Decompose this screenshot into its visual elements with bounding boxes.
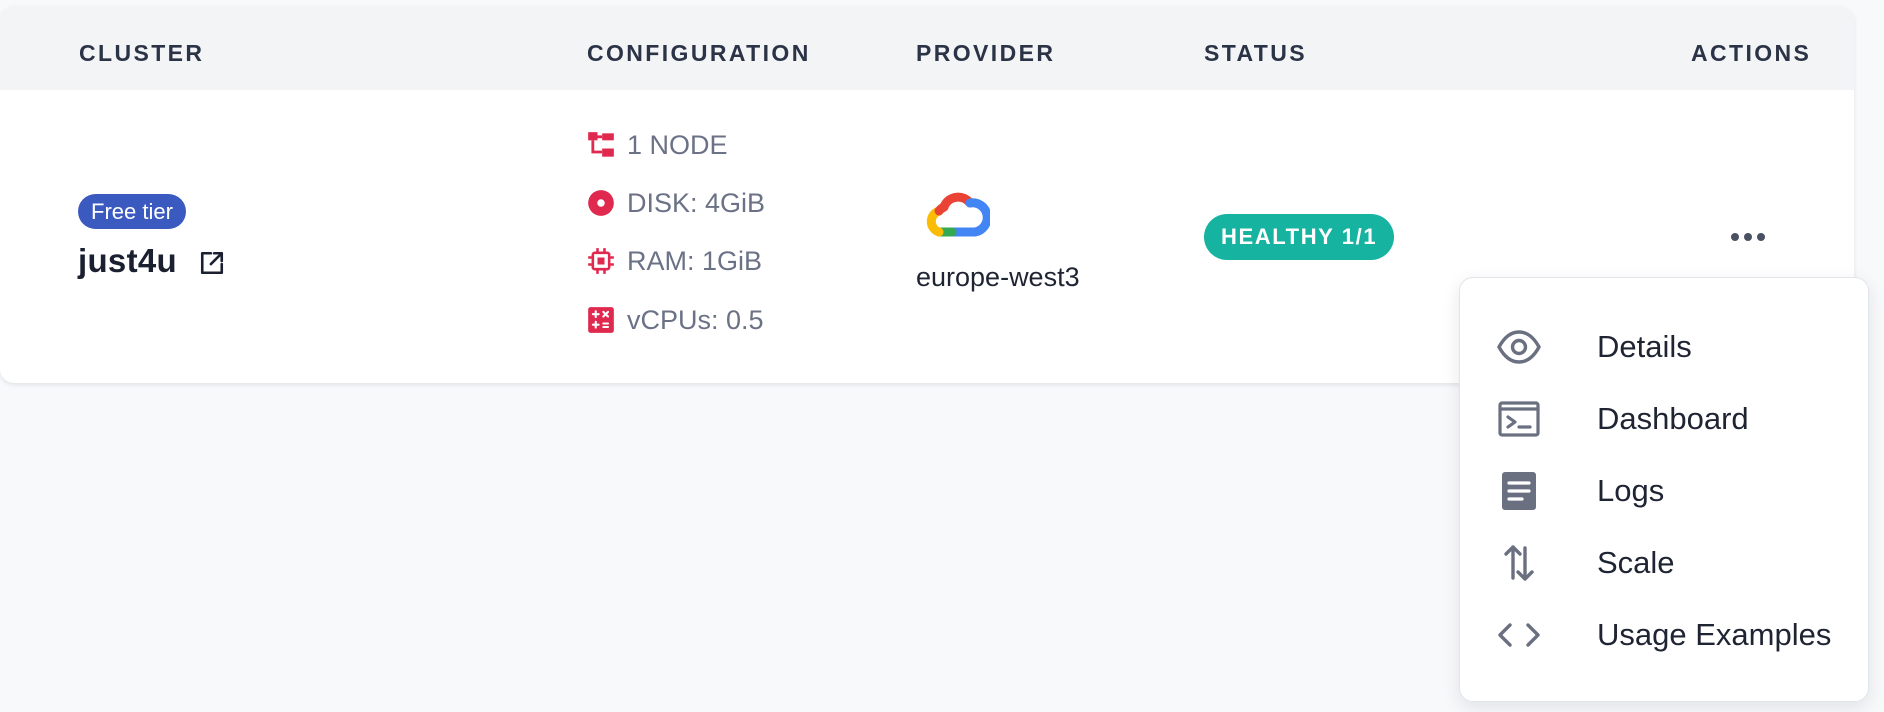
status-badge: HEALTHY 1/1 [1204,214,1395,260]
document-icon [1496,468,1542,514]
column-header-configuration: CONFIGURATION [587,40,811,66]
spec-ram-label: RAM: 1GiB [627,245,763,276]
cluster-name: just4u [78,242,177,279]
chip-icon [588,248,614,274]
calculator-icon [588,307,614,333]
spec-nodes-label: 1 NODE [627,129,728,160]
eye-icon [1496,324,1542,370]
external-link-icon[interactable] [199,250,225,276]
menu-item-logs-label: Logs [1597,473,1665,508]
spec-disk: DISK: 4GiB [587,186,765,220]
column-header-cluster: CLUSTER [79,40,205,66]
more-actions-button[interactable] [1726,220,1770,254]
tier-badge: Free tier [78,194,186,229]
code-icon [1496,612,1542,658]
menu-item-dashboard-label: Dashboard [1597,401,1749,436]
more-dot-icon [1731,233,1739,241]
provider-region: europe-west3 [916,262,1080,292]
nodes-icon [588,132,614,157]
menu-item-logs[interactable]: Logs [1460,462,1868,520]
disk-icon [588,190,614,216]
menu-item-usage-examples[interactable]: Usage Examples [1460,606,1868,664]
column-header-provider: PROVIDER [916,40,1056,66]
spec-disk-label: DISK: 4GiB [627,187,766,218]
more-dot-icon [1744,233,1752,241]
menu-item-details-label: Details [1597,329,1692,364]
table-header: CLUSTER CONFIGURATION PROVIDER STATUS AC… [0,6,1854,90]
column-header-status: STATUS [1204,40,1307,66]
spec-nodes: 1 NODE [587,128,728,162]
menu-item-dashboard[interactable]: Dashboard [1460,390,1868,448]
spec-ram: RAM: 1GiB [587,244,762,278]
google-cloud-icon [922,185,992,241]
menu-item-details[interactable]: Details [1460,318,1868,376]
spec-vcpus: vCPUs: 0.5 [587,303,764,337]
menu-item-scale[interactable]: Scale [1460,534,1868,592]
more-dot-icon [1757,233,1765,241]
menu-item-usage-examples-label: Usage Examples [1597,617,1832,652]
arrows-up-down-icon [1496,540,1542,586]
spec-vcpus-label: vCPUs: 0.5 [627,304,764,335]
menu-item-scale-label: Scale [1597,545,1675,580]
column-header-actions: ACTIONS [1691,40,1812,66]
actions-dropdown-menu: Details Dashboard Logs Scale Usage Examp… [1459,277,1869,702]
terminal-icon [1496,396,1542,442]
